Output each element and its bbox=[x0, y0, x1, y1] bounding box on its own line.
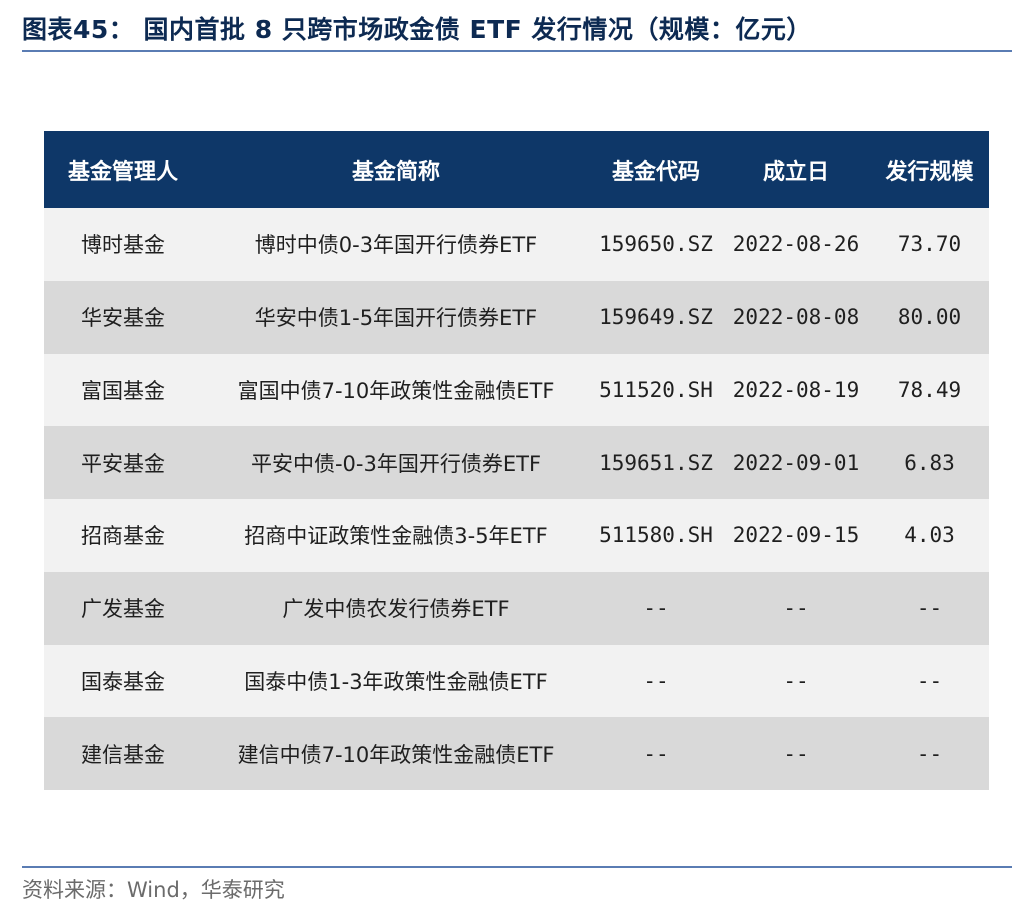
cell-issue-size: -- bbox=[916, 668, 943, 693]
cell-fund-code: -- bbox=[643, 741, 669, 766]
cell-inception-date: 2022-08-26 bbox=[732, 232, 860, 257]
table-row: 招商基金 招商中证政策性金融债3-5年ETF 511580.SH 2022-09… bbox=[44, 499, 989, 572]
cell-issue-size: 4.03 bbox=[904, 523, 955, 548]
figure-title: 图表45： 国内首批 8 只跨市场政金债 ETF 发行情况（规模：亿元） bbox=[22, 15, 812, 44]
cell-inception-date: 2022-08-08 bbox=[732, 305, 860, 330]
cell-fund-code: 159651.SZ bbox=[599, 450, 713, 475]
cell-manager: 富国基金 bbox=[81, 378, 165, 403]
table-row: 国泰基金 国泰中债1-3年政策性金融债ETF -- -- -- bbox=[44, 644, 989, 718]
cell-fund-code: 159650.SZ bbox=[599, 232, 713, 257]
source-note: 资料来源：Wind，华泰研究 bbox=[22, 878, 285, 902]
cell-fund-code: -- bbox=[643, 668, 669, 693]
table-row: 广发基金 广发中债农发行债券ETF -- -- -- bbox=[44, 571, 989, 645]
cell-manager: 博时基金 bbox=[81, 233, 165, 258]
cell-fund-name: 博时中债0-3年国开行债券ETF bbox=[254, 233, 538, 258]
cell-fund-code: -- bbox=[643, 596, 669, 621]
table-row: 博时基金 博时中债0-3年国开行债券ETF 159650.SZ 2022-08-… bbox=[44, 208, 989, 281]
cell-issue-size: -- bbox=[916, 741, 943, 766]
etf-issuance-table: 基金管理人 基金简称 基金代码 成立日 发行规模 博时基金 博时中债0-3年国开… bbox=[44, 131, 989, 790]
table-row: 华安基金 华安中债1-5年国开行债券ETF 159649.SZ 2022-08-… bbox=[44, 280, 989, 354]
source-divider bbox=[22, 866, 1012, 868]
cell-inception-date: -- bbox=[783, 741, 809, 766]
cell-manager: 广发基金 bbox=[81, 597, 165, 622]
table-body: 博时基金 博时中债0-3年国开行债券ETF 159650.SZ 2022-08-… bbox=[44, 208, 989, 790]
cell-fund-code: 511520.SH bbox=[599, 377, 713, 402]
table-header: 基金管理人 基金简称 基金代码 成立日 发行规模 bbox=[44, 131, 989, 208]
cell-issue-size: 78.49 bbox=[897, 377, 962, 402]
cell-manager: 招商基金 bbox=[81, 524, 165, 549]
cell-fund-name: 招商中证政策性金融债3-5年ETF bbox=[244, 524, 548, 549]
table-row: 平安基金 平安中债-0-3年国开行债券ETF 159651.SZ 2022-09… bbox=[44, 426, 989, 499]
header-manager: 基金管理人 bbox=[67, 159, 178, 185]
cell-inception-date: 2022-08-19 bbox=[732, 377, 860, 402]
cell-inception-date: 2022-09-01 bbox=[732, 450, 860, 475]
cell-issue-size: -- bbox=[916, 596, 943, 621]
cell-issue-size: 73.70 bbox=[897, 232, 962, 257]
cell-fund-name: 建信中债7-10年政策性金融债ETF bbox=[237, 742, 555, 767]
cell-fund-name: 华安中债1-5年国开行债券ETF bbox=[254, 306, 538, 331]
cell-fund-name: 广发中债农发行债券ETF bbox=[282, 597, 510, 622]
header-fund-code: 基金代码 bbox=[611, 159, 700, 185]
cell-inception-date: -- bbox=[783, 668, 809, 693]
cell-fund-name: 平安中债-0-3年国开行债券ETF bbox=[250, 451, 542, 476]
header-inception-date: 成立日 bbox=[762, 159, 829, 185]
cell-fund-name: 富国中债7-10年政策性金融债ETF bbox=[237, 378, 555, 403]
cell-fund-code: 511580.SH bbox=[599, 523, 713, 548]
title-divider bbox=[22, 50, 1012, 52]
cell-fund-name: 国泰中债1-3年政策性金融债ETF bbox=[244, 669, 548, 694]
cell-fund-code: 159649.SZ bbox=[599, 305, 713, 330]
cell-issue-size: 80.00 bbox=[897, 305, 962, 330]
cell-inception-date: 2022-09-15 bbox=[732, 523, 860, 548]
cell-inception-date: -- bbox=[783, 596, 809, 621]
table-row: 富国基金 富国中债7-10年政策性金融债ETF 511520.SH 2022-0… bbox=[44, 353, 989, 427]
header-row: 基金管理人 基金简称 基金代码 成立日 发行规模 bbox=[44, 131, 989, 208]
header-issue-size: 发行规模 bbox=[885, 159, 974, 185]
cell-issue-size: 6.83 bbox=[904, 450, 955, 475]
table-row: 建信基金 建信中债7-10年政策性金融债ETF -- -- -- bbox=[44, 717, 989, 790]
cell-manager: 平安基金 bbox=[81, 451, 165, 476]
cell-manager: 华安基金 bbox=[81, 306, 165, 331]
header-fund-name: 基金简称 bbox=[351, 159, 440, 185]
cell-manager: 建信基金 bbox=[81, 742, 165, 767]
cell-manager: 国泰基金 bbox=[81, 669, 165, 694]
